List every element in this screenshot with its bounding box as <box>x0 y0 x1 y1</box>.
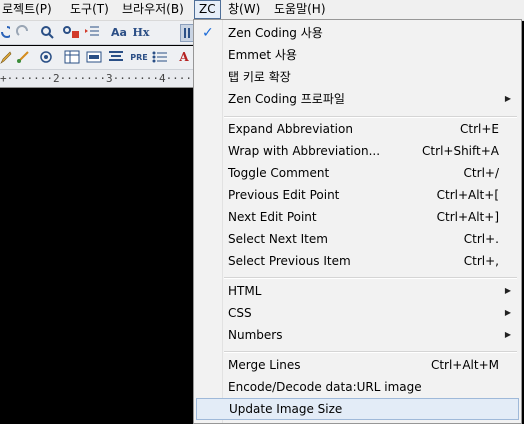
menu-item-label: Emmet 사용 <box>228 48 297 62</box>
menu-item-label: Encode/Decode data:URL image <box>228 380 422 394</box>
menu-tools[interactable]: 도구(T) <box>66 1 113 18</box>
menu-window[interactable]: 창(W) <box>224 1 264 18</box>
pencil-icon[interactable] <box>0 49 12 65</box>
menu-item-next-edit-point[interactable]: Next Edit Point Ctrl+Alt+] <box>196 206 519 228</box>
menu-item-shortcut: Ctrl+E <box>460 122 499 136</box>
editor-area[interactable] <box>0 88 193 424</box>
submenu-arrow-icon: ▶ <box>504 308 511 317</box>
menu-item-encode-decode-data-url[interactable]: Encode/Decode data:URL image <box>196 376 519 398</box>
find-icon[interactable] <box>40 24 54 40</box>
menu-item-label: Select Next Item <box>228 232 328 246</box>
menu-project[interactable]: 로젝트(P) <box>0 1 56 18</box>
submenu-arrow-icon: ▶ <box>504 286 511 295</box>
menu-item-shortcut: Ctrl+. <box>463 232 499 246</box>
zc-dropdown-menu: ✓ Zen Coding 사용 Emmet 사용 탭 키로 확장 Zen Cod… <box>193 19 522 424</box>
menu-item-shortcut: Ctrl+Alt+[ <box>436 188 499 202</box>
menu-item-previous-edit-point[interactable]: Previous Edit Point Ctrl+Alt+[ <box>196 184 519 206</box>
menu-item-update-image-size[interactable]: Update Image Size <box>196 398 519 420</box>
menu-item-shortcut: Ctrl+Alt+] <box>436 210 499 224</box>
refresh-icon[interactable] <box>0 24 10 40</box>
menu-item-toggle-comment[interactable]: Toggle Comment Ctrl+/ <box>196 162 519 184</box>
menu-help[interactable]: 도움말(H) <box>270 1 330 18</box>
zen-coding-icon[interactable] <box>180 24 194 42</box>
text-color-icon[interactable]: A <box>178 49 190 65</box>
menu-item-label: CSS <box>228 306 252 320</box>
menu-item-label: Next Edit Point <box>228 210 317 224</box>
layers-icon[interactable] <box>38 49 54 65</box>
heading-icon[interactable]: Hx <box>132 24 150 40</box>
align-icon[interactable] <box>108 49 124 65</box>
font-size-icon[interactable]: Aa <box>110 24 128 40</box>
menu-item-wrap-abbreviation[interactable]: Wrap with Abbreviation... Ctrl+Shift+A <box>196 140 519 162</box>
menu-separator <box>224 351 517 353</box>
menu-item-label: Numbers <box>228 328 283 342</box>
menu-item-use-emmet[interactable]: Emmet 사용 <box>196 44 519 66</box>
menu-item-label: Toggle Comment <box>228 166 330 180</box>
menu-item-shortcut: Ctrl+, <box>463 254 499 268</box>
menu-separator <box>224 277 517 279</box>
indent-list-icon[interactable] <box>84 24 100 40</box>
list-icon[interactable] <box>152 49 168 65</box>
menu-bar: 로젝트(P) 도구(T) 브라우저(B) ZC 창(W) 도움말(H) <box>0 0 524 21</box>
menu-item-html[interactable]: HTML ▶ <box>196 280 519 302</box>
toolbar-top: Aa Hx <box>0 21 194 45</box>
menu-item-label: Zen Coding 사용 <box>228 26 323 40</box>
menu-item-zen-profile[interactable]: Zen Coding 프로파일 ▶ <box>196 88 519 110</box>
menu-item-select-next-item[interactable]: Select Next Item Ctrl+. <box>196 228 519 250</box>
redo-icon[interactable] <box>16 24 30 40</box>
menu-item-label: HTML <box>228 284 262 298</box>
menu-item-label: Merge Lines <box>228 358 301 372</box>
menu-item-tab-expand[interactable]: 탭 키로 확장 <box>196 66 519 88</box>
menu-item-shortcut: Ctrl+Alt+M <box>430 358 499 372</box>
menu-item-expand-abbreviation[interactable]: Expand Abbreviation Ctrl+E <box>196 118 519 140</box>
pre-icon[interactable]: PRE <box>130 49 148 65</box>
menu-item-numbers[interactable]: Numbers ▶ <box>196 324 519 346</box>
menu-item-shortcut: Ctrl+/ <box>463 166 499 180</box>
menu-item-label: 탭 키로 확장 <box>228 70 291 84</box>
menu-item-merge-lines[interactable]: Merge Lines Ctrl+Alt+M <box>196 354 519 376</box>
menu-item-select-previous-item[interactable]: Select Previous Item Ctrl+, <box>196 250 519 272</box>
brush-icon[interactable] <box>16 49 30 65</box>
find-replace-icon[interactable] <box>62 24 80 40</box>
check-icon: ✓ <box>202 25 214 41</box>
menu-item-label: Wrap with Abbreviation... <box>228 144 381 158</box>
menu-zc[interactable]: ZC <box>194 0 221 19</box>
menu-item-use-zen-coding[interactable]: ✓ Zen Coding 사용 <box>196 22 519 44</box>
form-icon[interactable] <box>86 49 102 65</box>
menu-item-css[interactable]: CSS ▶ <box>196 302 519 324</box>
submenu-arrow-icon: ▶ <box>504 94 511 103</box>
menu-browser[interactable]: 브라우저(B) <box>118 1 188 18</box>
menu-item-label: Expand Abbreviation <box>228 122 353 136</box>
toolbar-bottom: PRE A <box>0 46 193 70</box>
menu-item-label: Select Previous Item <box>228 254 351 268</box>
menu-item-label: Zen Coding 프로파일 <box>228 92 345 106</box>
menu-item-shortcut: Ctrl+Shift+A <box>422 144 499 158</box>
ruler: +·······2·······3·······4····· <box>0 70 193 88</box>
table-icon[interactable] <box>64 49 80 65</box>
menu-item-label: Update Image Size <box>229 402 343 416</box>
submenu-arrow-icon: ▶ <box>504 330 511 339</box>
menu-item-label: Previous Edit Point <box>228 188 340 202</box>
